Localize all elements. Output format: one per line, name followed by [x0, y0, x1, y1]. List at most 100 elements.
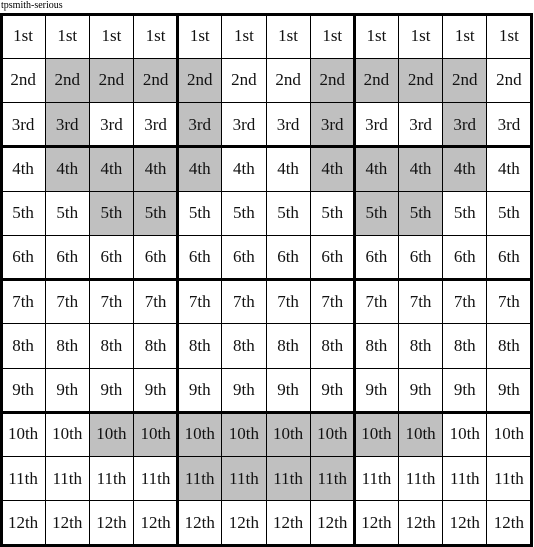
grid-cell-shaded: 11th	[177, 456, 222, 501]
grid-cell: 11th	[354, 456, 399, 501]
grid-cell: 8th	[89, 323, 134, 368]
grid-cell: 3rd	[89, 102, 134, 147]
grid-cell-shaded: 3rd	[310, 102, 355, 147]
grid-cell: 9th	[398, 368, 443, 413]
grid-cell: 6th	[442, 235, 487, 280]
grid-cell: 6th	[221, 235, 266, 280]
grid-cell: 5th	[310, 191, 355, 236]
grid-cell: 12th	[310, 500, 355, 545]
grid-cell: 5th	[486, 191, 531, 236]
grid-cell-shaded: 5th	[89, 191, 134, 236]
grid-cell-shaded: 4th	[45, 146, 90, 191]
grid-cell: 4th	[486, 146, 531, 191]
grid-cell: 12th	[1, 500, 46, 545]
grid-cell: 8th	[310, 323, 355, 368]
grid-cell: 8th	[221, 323, 266, 368]
grid-cell: 6th	[310, 235, 355, 280]
thick-row-divider	[0, 278, 533, 281]
grid-cell: 1st	[133, 14, 178, 59]
grid-cell: 6th	[354, 235, 399, 280]
grid-cell: 3rd	[1, 102, 46, 147]
row-divider	[0, 456, 533, 457]
grid-cell: 5th	[266, 191, 311, 236]
grid-cell: 3rd	[133, 102, 178, 147]
grid-cell: 9th	[45, 368, 90, 413]
grid-cell-shaded: 10th	[221, 412, 266, 457]
grid-cell: 9th	[266, 368, 311, 413]
grid-cell: 7th	[133, 279, 178, 324]
grid-cell-shaded: 10th	[133, 412, 178, 457]
grid-cell-shaded: 10th	[398, 412, 443, 457]
grid-cell-shaded: 2nd	[89, 58, 134, 103]
grid-cell: 8th	[486, 323, 531, 368]
grid-cell-shaded: 11th	[221, 456, 266, 501]
grid-cell-shaded: 4th	[310, 146, 355, 191]
grid-cell: 11th	[45, 456, 90, 501]
grid-cell: 11th	[133, 456, 178, 501]
grid-cell: 1st	[310, 14, 355, 59]
grid-cell-shaded: 11th	[266, 456, 311, 501]
row-divider	[0, 190, 533, 192]
row-divider	[0, 234, 533, 236]
grid-cell: 1st	[486, 14, 531, 59]
grid-cell: 3rd	[486, 102, 531, 147]
grid-cell: 7th	[354, 279, 399, 324]
grid-cell: 1st	[266, 14, 311, 59]
grid-cell-shaded: 2nd	[177, 58, 222, 103]
grid-cell: 12th	[45, 500, 90, 545]
row-divider	[0, 102, 533, 103]
grid-cell: 1st	[177, 14, 222, 59]
thick-row-divider	[0, 145, 533, 149]
grid-cell-shaded: 2nd	[398, 58, 443, 103]
grid-cell-shaded: 3rd	[45, 102, 90, 147]
grid-cell: 7th	[266, 279, 311, 324]
grid-cell: 5th	[45, 191, 90, 236]
grid-cell: 3rd	[398, 102, 443, 147]
grid-cell: 10th	[486, 412, 531, 457]
grid-cell: 9th	[310, 368, 355, 413]
grid-cell-shaded: 5th	[354, 191, 399, 236]
grid-cell: 12th	[133, 500, 178, 545]
grid-cell: 7th	[177, 279, 222, 324]
grid-cell: 11th	[398, 456, 443, 501]
grid-cell: 12th	[442, 500, 487, 545]
grid-cell: 8th	[398, 323, 443, 368]
grid-cell-shaded: 10th	[310, 412, 355, 457]
grid-cell: 8th	[266, 323, 311, 368]
grid-cell: 4th	[266, 146, 311, 191]
grid-cell: 7th	[45, 279, 90, 324]
grid-cell-shaded: 2nd	[354, 58, 399, 103]
thick-row-divider	[0, 12, 533, 16]
row-divider	[0, 367, 533, 369]
grid-cell: 11th	[89, 456, 134, 501]
grid-cell: 1st	[1, 14, 46, 59]
grid-cell: 8th	[177, 323, 222, 368]
grid-cell: 5th	[221, 191, 266, 236]
grid-cell: 7th	[398, 279, 443, 324]
grid-cell-shaded: 2nd	[45, 58, 90, 103]
grid-cell: 5th	[442, 191, 487, 236]
row-divider	[0, 323, 533, 325]
grid-cell: 2nd	[266, 58, 311, 103]
grid-cell: 11th	[1, 456, 46, 501]
grid-cell: 9th	[442, 368, 487, 413]
grid-cell: 12th	[177, 500, 222, 545]
grid-cell: 6th	[486, 235, 531, 280]
thick-row-divider	[0, 543, 533, 547]
grid-cell: 2nd	[221, 58, 266, 103]
grid-cell-shaded: 10th	[89, 412, 134, 457]
grid-cell: 6th	[177, 235, 222, 280]
grid-cell: 6th	[398, 235, 443, 280]
grid-cell: 2nd	[486, 58, 531, 103]
grid-cell: 11th	[442, 456, 487, 501]
grid-cell: 6th	[1, 235, 46, 280]
grid-cell-shaded: 2nd	[442, 58, 487, 103]
grid-cell: 11th	[486, 456, 531, 501]
grid-cell: 10th	[442, 412, 487, 457]
grid-cell: 7th	[310, 279, 355, 324]
grid-cell: 6th	[133, 235, 178, 280]
grid-cell: 4th	[1, 146, 46, 191]
thick-row-divider	[0, 410, 533, 414]
grid-cell: 1st	[442, 14, 487, 59]
grid-cell: 7th	[442, 279, 487, 324]
